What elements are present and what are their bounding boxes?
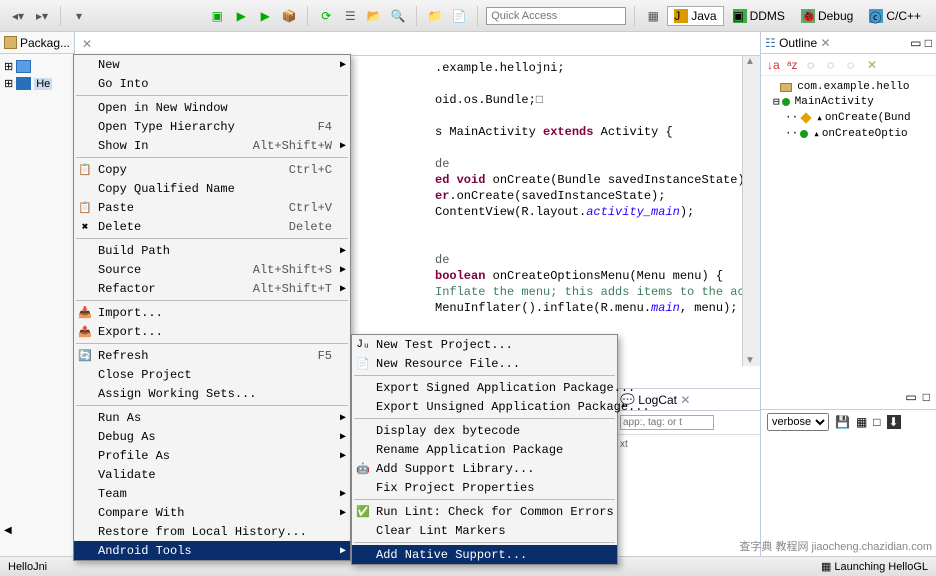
menu-item[interactable]: Validate: [74, 465, 350, 484]
watermark-text: 查字典 教程网 jiaocheng.chazidian.com: [739, 538, 932, 554]
menu-item[interactable]: Restore from Local History...: [74, 522, 350, 541]
tb-icon[interactable]: 📦: [279, 6, 299, 26]
menu-item[interactable]: Open Type HierarchyF4: [74, 117, 350, 136]
perspective-java[interactable]: JJava: [667, 6, 723, 26]
scroll-lock-icon[interactable]: □: [873, 415, 880, 429]
logcat-body: xt: [616, 435, 760, 454]
menu-item[interactable]: Assign Working Sets...: [74, 384, 350, 403]
progress-icon[interactable]: ▦: [821, 561, 834, 573]
menu-item[interactable]: 📥Import...: [74, 303, 350, 322]
tb-icon[interactable]: ⟳: [316, 6, 336, 26]
menu-item[interactable]: New▶: [74, 55, 350, 74]
nav-back-icon[interactable]: ◂▾: [8, 6, 28, 26]
menu-item[interactable]: Close Project: [74, 365, 350, 384]
menu-item[interactable]: Display dex bytecode: [352, 421, 617, 440]
menu-item[interactable]: 📋PasteCtrl+V: [74, 198, 350, 217]
open-perspective-icon[interactable]: ▦: [643, 6, 663, 26]
perspective-debug[interactable]: 🐞Debug: [794, 6, 860, 26]
outline-method[interactable]: ··▴onCreateOptio: [765, 126, 932, 142]
clear-log-icon[interactable]: ▦: [856, 415, 867, 429]
menu-item[interactable]: Team▶: [74, 484, 350, 503]
hide-local-icon[interactable]: ✕: [867, 58, 881, 72]
menu-item[interactable]: Export Signed Application Package...: [352, 378, 617, 397]
editor-tab-close-icon[interactable]: ✕: [82, 37, 92, 51]
menu-item[interactable]: Copy Qualified Name: [74, 179, 350, 198]
menu-item[interactable]: 📄New Resource File...: [352, 354, 617, 373]
menu-item[interactable]: Build Path▶: [74, 241, 350, 260]
android-tools-submenu: JᵤNew Test Project...📄New Resource File.…: [351, 334, 618, 565]
minimize-icon[interactable]: ▭: [905, 390, 916, 407]
close-icon[interactable]: ✕: [820, 36, 830, 50]
menu-item[interactable]: Fix Project Properties: [352, 478, 617, 497]
run-icon[interactable]: ▶: [231, 6, 251, 26]
menu-item[interactable]: 📋CopyCtrl+C: [74, 160, 350, 179]
perspective-cpp[interactable]: ⓒC/C++: [862, 6, 928, 26]
quick-access-input[interactable]: [486, 7, 626, 25]
editor-scrollbar[interactable]: [742, 56, 760, 366]
menu-item[interactable]: Export Unsigned Application Package...: [352, 397, 617, 416]
perspective-switcher: JJava ▣DDMS 🐞Debug ⓒC/C++: [667, 6, 928, 26]
outline-method[interactable]: ··▴onCreate(Bund: [765, 110, 932, 126]
menu-item[interactable]: Debug As▶: [74, 427, 350, 446]
menu-item[interactable]: JᵤNew Test Project...: [352, 335, 617, 354]
tb-icon[interactable]: 📁: [425, 6, 445, 26]
package-explorer-title: Packag...: [20, 36, 70, 50]
package-explorer-view: Packag... ⊞ ⊞ He ◀: [0, 32, 75, 576]
menu-item[interactable]: Rename Application Package: [352, 440, 617, 459]
menu-item[interactable]: Compare With▶: [74, 503, 350, 522]
menu-item[interactable]: Profile As▶: [74, 446, 350, 465]
logcat-view: 💬 LogCat ✕ xt: [615, 388, 760, 568]
nav-fwd-icon[interactable]: ▸▾: [32, 6, 52, 26]
export-log-icon[interactable]: ⬇: [887, 415, 901, 429]
run-ext-icon[interactable]: ▶: [255, 6, 275, 26]
minimize-icon[interactable]: ▭: [910, 36, 921, 50]
tb-icon[interactable]: ▾: [69, 6, 89, 26]
menu-item[interactable]: Android Tools▶: [74, 541, 350, 560]
menu-item[interactable]: 🔄RefreshF5: [74, 346, 350, 365]
project-context-menu: New▶Go Into Open in New WindowOpen Type H…: [73, 54, 351, 561]
hide-static-icon[interactable]: ◌: [827, 58, 841, 72]
tb-icon[interactable]: ☰: [340, 6, 360, 26]
status-left: HelloJni: [8, 561, 47, 573]
menu-item[interactable]: ✅Run Lint: Check for Common Errors: [352, 502, 617, 521]
sort-icon[interactable]: ↓a: [767, 58, 781, 72]
close-icon[interactable]: ✕: [680, 393, 690, 407]
perspective-ddms[interactable]: ▣DDMS: [726, 6, 792, 26]
tree-node[interactable]: ⊞: [4, 58, 70, 75]
filter-icon[interactable]: ᵃz: [787, 58, 801, 72]
menu-item[interactable]: Open in New Window: [74, 98, 350, 117]
outline-package[interactable]: com.example.hello: [765, 80, 932, 94]
outline-title: Outline: [779, 36, 817, 50]
menu-item[interactable]: 📤Export...: [74, 322, 350, 341]
menu-item[interactable]: Clear Lint Markers: [352, 521, 617, 540]
menu-item[interactable]: SourceAlt+Shift+S▶: [74, 260, 350, 279]
hide-fields-icon[interactable]: ◌: [807, 58, 821, 72]
menu-item[interactable]: RefactorAlt+Shift+T▶: [74, 279, 350, 298]
menu-item[interactable]: Go Into: [74, 74, 350, 93]
menu-item[interactable]: ✖DeleteDelete: [74, 217, 350, 236]
debug-icon[interactable]: ▣: [207, 6, 227, 26]
logcat-level-select[interactable]: verbose: [767, 413, 829, 431]
outline-class[interactable]: ⊟ MainActivity: [765, 94, 932, 110]
menu-item[interactable]: Add Native Support...: [352, 545, 617, 564]
maximize-icon[interactable]: □: [923, 390, 930, 407]
status-right: Launching HelloGL: [834, 561, 928, 573]
tree-node-selected[interactable]: ⊞ He: [4, 75, 70, 92]
tb-icon[interactable]: 📄: [449, 6, 469, 26]
hide-nonpublic-icon[interactable]: ◌: [847, 58, 861, 72]
maximize-icon[interactable]: □: [925, 36, 932, 50]
main-toolbar: ◂▾ ▸▾ ▾ ▣ ▶ ▶ 📦 ⟳ ☰ 📂 🔍 📁 📄 ▦ JJava ▣DDM…: [0, 0, 936, 32]
tb-icon[interactable]: 📂: [364, 6, 384, 26]
menu-item[interactable]: Show InAlt+Shift+W▶: [74, 136, 350, 155]
package-icon: [4, 36, 17, 49]
menu-item[interactable]: 🤖Add Support Library...: [352, 459, 617, 478]
tb-icon[interactable]: 🔍: [388, 6, 408, 26]
logcat-search-input[interactable]: [620, 415, 714, 430]
menu-item[interactable]: Run As▶: [74, 408, 350, 427]
save-log-icon[interactable]: 💾: [835, 415, 850, 429]
